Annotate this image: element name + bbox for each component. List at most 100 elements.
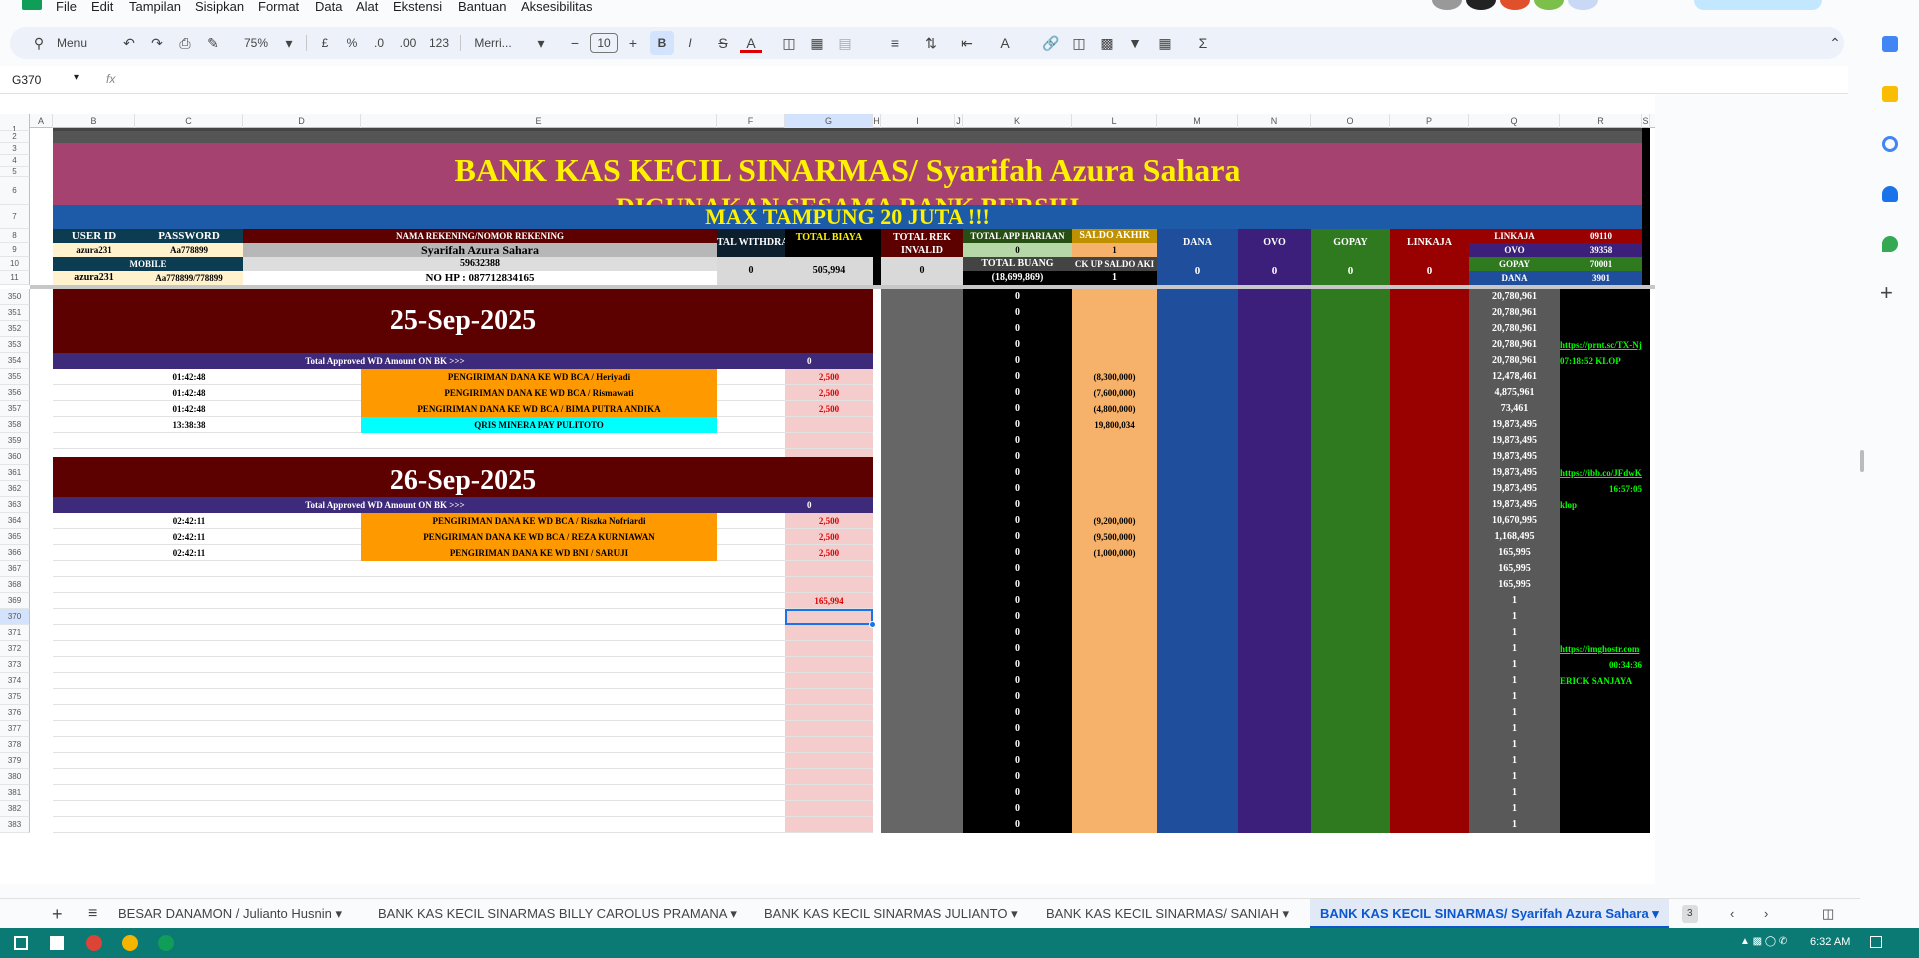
row-header[interactable]: 350 (0, 289, 30, 305)
row-header[interactable]: 359 (0, 433, 30, 449)
contacts-icon[interactable] (1882, 186, 1898, 202)
column-header[interactable]: A (30, 114, 53, 128)
row-header[interactable]: 362 (0, 481, 30, 497)
number-format-button[interactable]: 123 (426, 27, 452, 59)
selected-cell[interactable] (785, 609, 873, 625)
text-wrap-icon[interactable]: ⇤ (956, 27, 978, 59)
formula-input[interactable] (130, 70, 1830, 90)
row-header[interactable]: 370 (0, 609, 30, 625)
row-header[interactable]: 364 (0, 513, 30, 529)
row-header[interactable]: 383 (0, 817, 30, 833)
row-header[interactable]: 381 (0, 785, 30, 801)
functions-icon[interactable]: Σ (1192, 27, 1214, 59)
menu-extensions[interactable]: Ekstensi (393, 0, 442, 14)
column-header[interactable]: B (53, 114, 135, 128)
fill-color-icon[interactable]: ◫ (778, 27, 800, 59)
notification-icon[interactable] (1870, 936, 1882, 948)
row-header[interactable]: 9 (0, 243, 30, 257)
menu-search[interactable]: Menu (52, 27, 92, 59)
search-icon[interactable]: ⚲ (28, 27, 50, 59)
menu-edit[interactable]: Edit (91, 0, 113, 14)
row-header[interactable]: 368 (0, 577, 30, 593)
row-header[interactable]: 357 (0, 401, 30, 417)
menu-view[interactable]: Tampilan (129, 0, 181, 14)
sheet-tab-active[interactable]: BANK KAS KECIL SINARMAS/ Syarifah Azura … (1310, 899, 1669, 929)
row-header[interactable]: 365 (0, 529, 30, 545)
maps-icon[interactable] (1882, 236, 1898, 252)
borders-icon[interactable]: ▦ (806, 27, 828, 59)
row-header[interactable]: 5 (0, 167, 30, 177)
spreadsheet-grid[interactable]: ABCDEFGHIJKLMNOPQRS 1 2 3 4 5 6 7 8 9 10 11 350 351 3… (0, 94, 1655, 884)
row-header[interactable]: 372 (0, 641, 30, 657)
menu-tools[interactable]: Alat (356, 0, 378, 14)
redo-icon[interactable]: ↷ (146, 27, 168, 59)
tasks-icon[interactable] (1882, 136, 1898, 152)
avatar[interactable] (1534, 0, 1564, 10)
explore-icon[interactable]: ◫ (1812, 899, 1844, 929)
row-header[interactable]: 374 (0, 673, 30, 689)
fill-handle[interactable] (869, 621, 876, 628)
row-header[interactable]: 358 (0, 417, 30, 433)
row-header[interactable]: 3 (0, 143, 30, 155)
add-sheet-icon[interactable]: + (42, 899, 73, 929)
sheet-tab[interactable]: BESAR DANAMON / Julianto Husnin ▾ (108, 899, 352, 929)
column-header[interactable]: P (1390, 114, 1469, 128)
chevron-down-icon[interactable]: ▾ (74, 72, 79, 83)
menu-data[interactable]: Data (315, 0, 342, 14)
sheet-tab[interactable]: BANK KAS KECIL SINARMAS BILLY CAROLUS PR… (368, 899, 747, 929)
menu-insert[interactable]: Sisipkan (195, 0, 244, 14)
row-header[interactable]: 361 (0, 465, 30, 481)
sheets-logo-icon[interactable] (22, 0, 42, 10)
row-header[interactable]: 377 (0, 721, 30, 737)
align-horizontal-icon[interactable]: ≡ (884, 27, 906, 59)
row-header[interactable]: 351 (0, 305, 30, 321)
menu-format[interactable]: Format (258, 0, 299, 14)
column-header[interactable]: F (717, 114, 785, 128)
chevron-left-icon[interactable]: ‹ (1720, 899, 1744, 929)
merge-cells-icon[interactable]: ▤ (834, 27, 856, 59)
name-box[interactable]: G370 (12, 73, 41, 87)
column-header[interactable]: J (955, 114, 963, 128)
filter-views-icon[interactable]: ▦ (1154, 27, 1176, 59)
file-explorer-icon[interactable] (50, 936, 64, 950)
chart-icon[interactable]: ▩ (1096, 27, 1118, 59)
increase-font-icon[interactable]: + (622, 27, 644, 59)
text-color-icon[interactable]: A (740, 27, 762, 53)
column-header[interactable]: K (963, 114, 1072, 128)
row-header[interactable]: 10 (0, 257, 30, 271)
row-header[interactable]: 375 (0, 689, 30, 705)
chevron-right-icon[interactable]: › (1754, 899, 1778, 929)
row-header[interactable]: 371 (0, 625, 30, 641)
row-header[interactable]: 380 (0, 769, 30, 785)
menu-accessibility[interactable]: Aksesibilitas (521, 0, 593, 14)
column-header[interactable]: S (1642, 114, 1650, 128)
bold-button[interactable]: B (650, 31, 674, 55)
row-header[interactable]: 355 (0, 369, 30, 385)
menu-help[interactable]: Bantuan (458, 0, 506, 14)
avatar[interactable] (1432, 0, 1462, 10)
row-header[interactable]: 369 (0, 593, 30, 609)
row-header[interactable]: 382 (0, 801, 30, 817)
column-header[interactable]: O (1311, 114, 1390, 128)
avatar[interactable] (1568, 0, 1598, 10)
font-select[interactable]: Merri... (468, 27, 518, 59)
column-header[interactable]: C (135, 114, 243, 128)
column-header[interactable]: H (873, 114, 881, 128)
percent-button[interactable]: % (342, 27, 362, 59)
row-header[interactable]: 379 (0, 753, 30, 769)
row-header[interactable]: 360 (0, 449, 30, 465)
chevron-down-icon[interactable]: ▾ (530, 27, 552, 59)
decrease-font-icon[interactable]: − (564, 27, 586, 59)
tray-icons[interactable]: ▲ ▩ ◯ ✆ (1740, 936, 1787, 947)
collapse-toolbar-icon[interactable]: ⌃ (1824, 27, 1846, 59)
calendar-icon[interactable] (1882, 36, 1898, 52)
column-header[interactable]: R (1560, 114, 1642, 128)
row-header[interactable]: 356 (0, 385, 30, 401)
column-header[interactable]: E (361, 114, 717, 128)
column-header[interactable]: G (785, 114, 873, 128)
sheet-tab[interactable]: BANK KAS KECIL SINARMAS/ SANIAH ▾ (1036, 899, 1299, 929)
start-icon[interactable] (14, 936, 28, 950)
row-header[interactable]: 378 (0, 737, 30, 753)
column-header[interactable]: L (1072, 114, 1157, 128)
currency-button[interactable]: £ (315, 27, 335, 59)
